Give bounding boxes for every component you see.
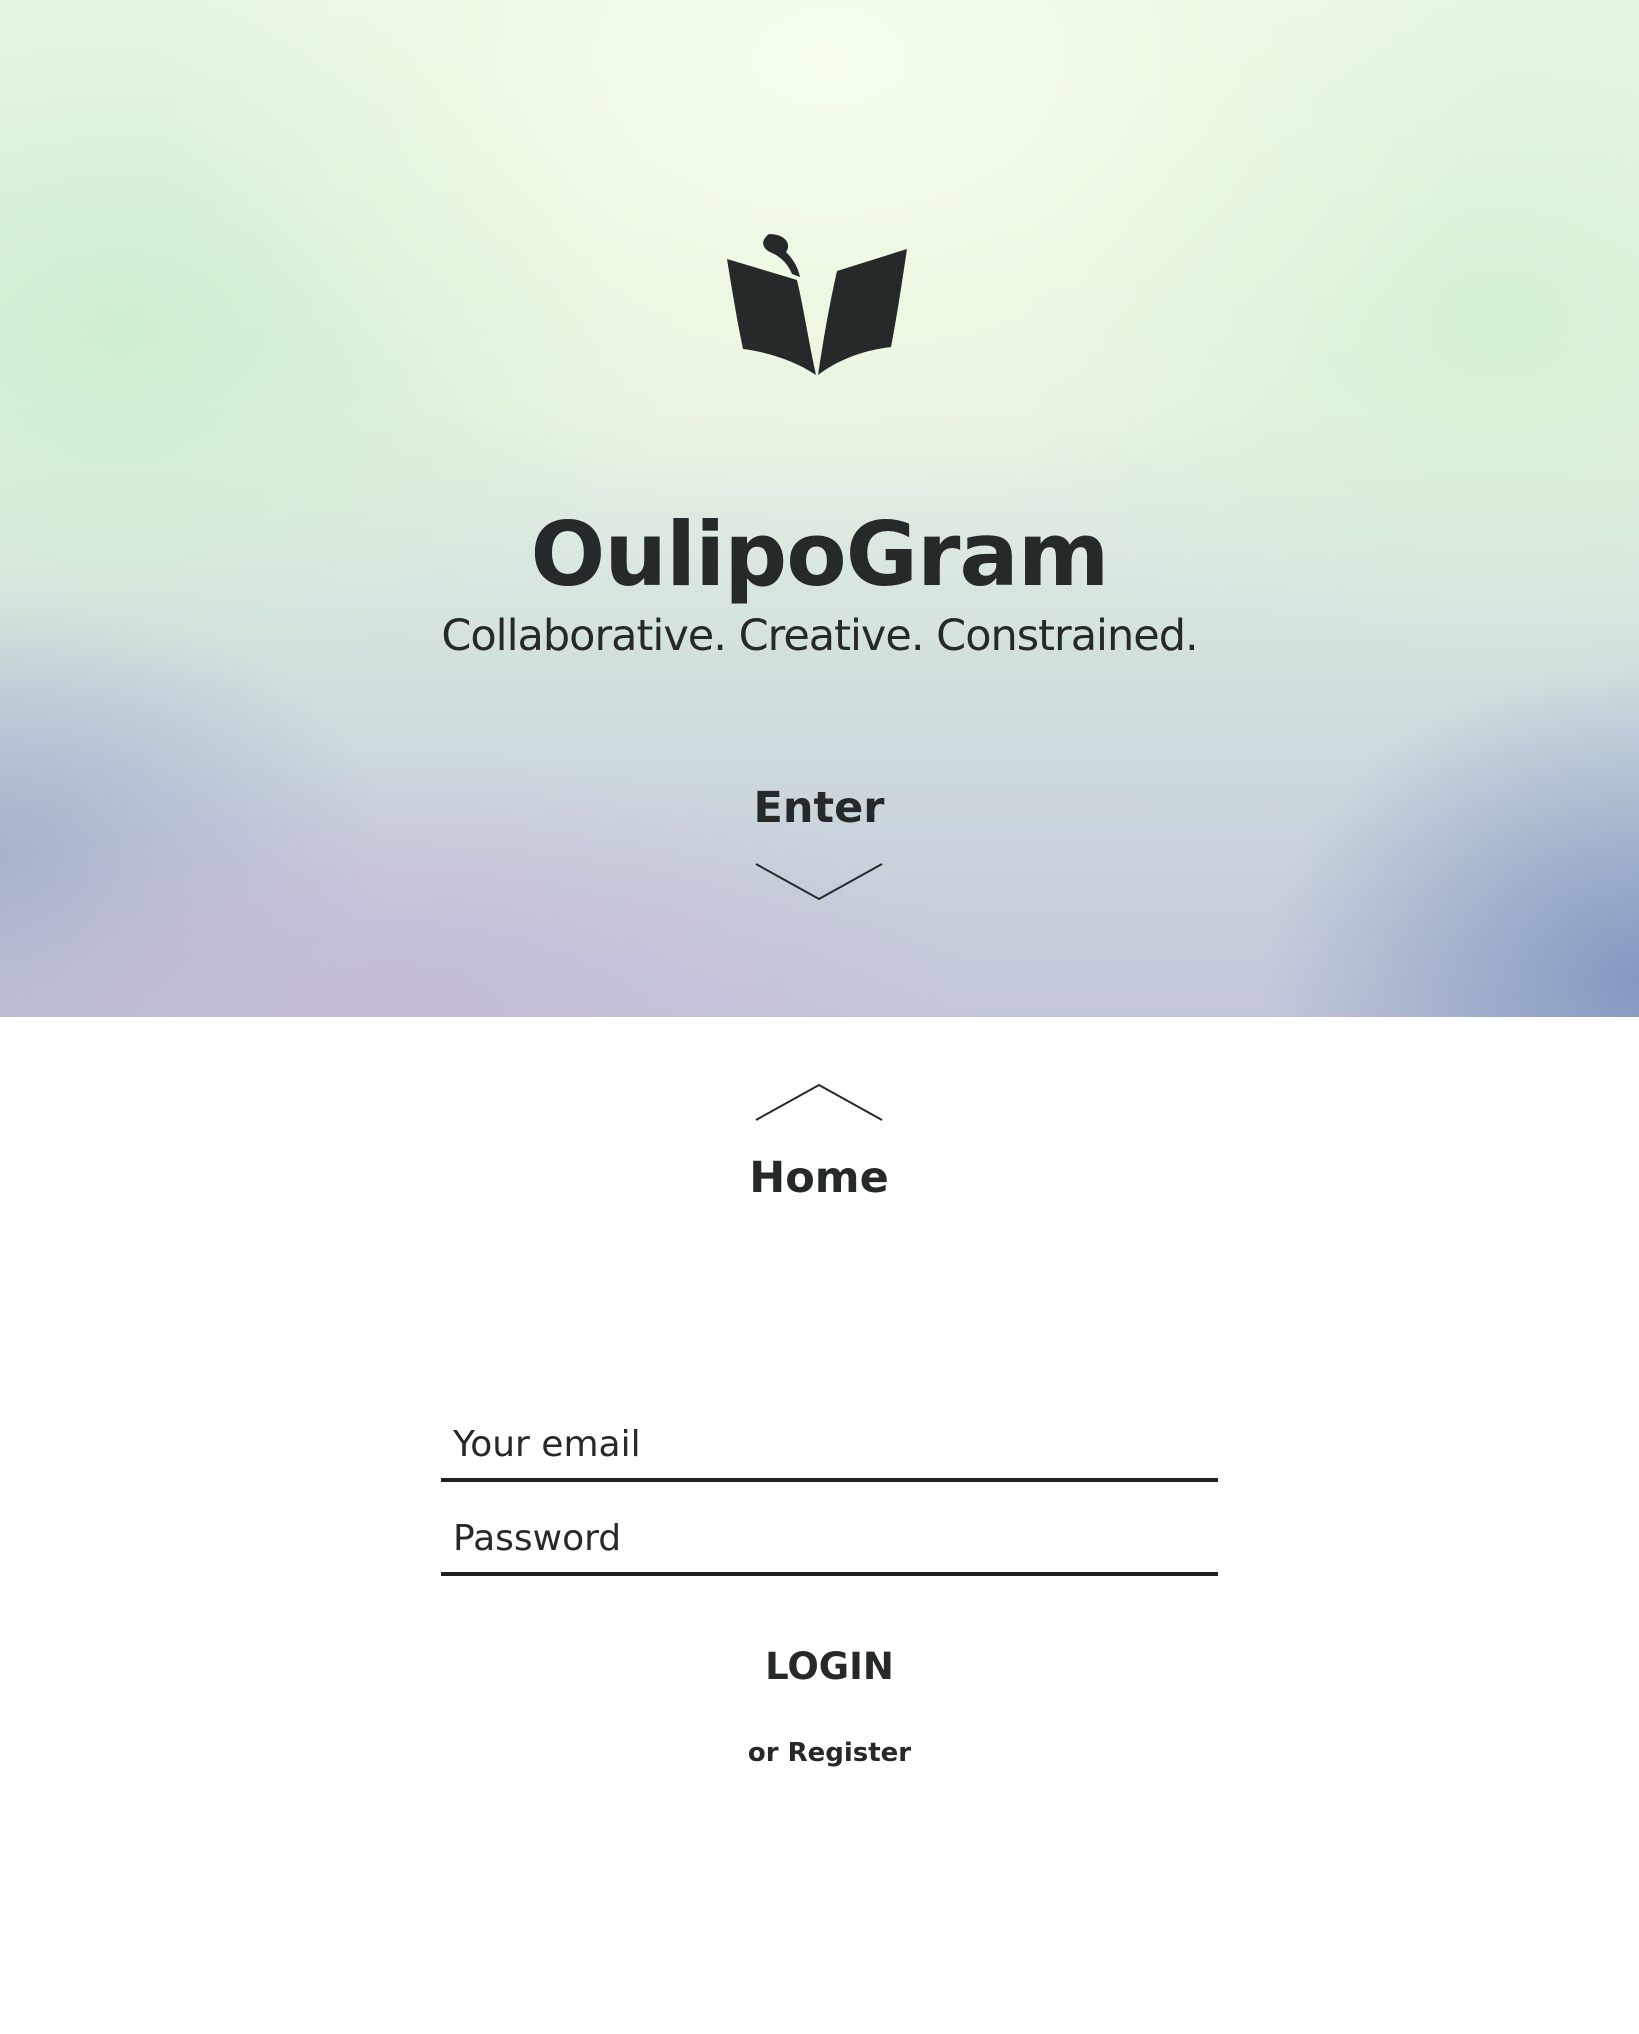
email-field-container <box>441 1410 1218 1482</box>
chevron-down-icon <box>755 863 883 901</box>
chevron-up-icon <box>755 1083 883 1121</box>
open-book-icon <box>727 234 907 375</box>
app-tagline: Collaborative. Creative. Constrained. <box>441 611 1198 661</box>
enter-label: Enter <box>753 783 885 833</box>
password-input[interactable] <box>453 1510 1193 1566</box>
hero-section: OulipoGram Collaborative. Creative. Cons… <box>0 0 1639 1017</box>
enter-link[interactable]: Enter <box>719 780 919 910</box>
app-title: OulipoGram <box>530 502 1110 606</box>
home-link[interactable]: Home <box>704 1078 934 1208</box>
register-link[interactable]: or Register <box>691 1733 968 1773</box>
email-input[interactable] <box>453 1416 1193 1472</box>
login-button[interactable]: LOGIN <box>741 1639 918 1695</box>
home-label: Home <box>749 1153 889 1203</box>
password-field-container <box>441 1504 1218 1576</box>
login-form: LOGIN or Register <box>441 1410 1218 1790</box>
